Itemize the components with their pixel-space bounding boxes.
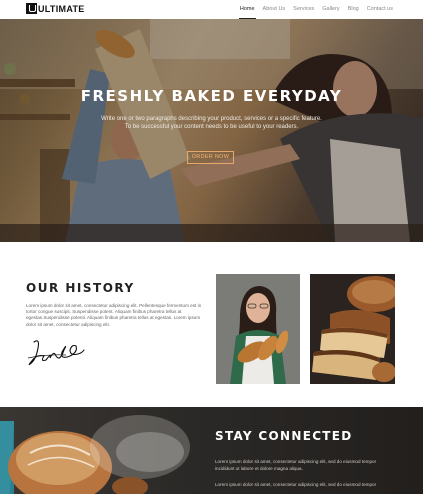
nav-item-services[interactable]: Services [292, 0, 315, 19]
stay-connected-section: STAY CONNECTED Lorem ipsum dolor sit ame… [0, 407, 423, 494]
nav-item-gallery[interactable]: Gallery [321, 0, 340, 19]
stay-connected-line: incididunt ut labore et dolore magna ali… [215, 465, 303, 471]
hero-title: FRESHLY BAKED EVERYDAY [80, 87, 343, 105]
logo[interactable]: ULTIMATE [26, 3, 85, 14]
site-header: ULTIMATE Home About Us Services Gallery … [0, 0, 423, 19]
bread-loaves-photo [310, 274, 395, 384]
stay-connected-title: STAY CONNECTED [215, 429, 353, 443]
hero-subtitle-line: To be successful your content needs to b… [124, 124, 299, 130]
stay-connected-line: Lorem ipsum dolor sit amet, consectetur … [215, 459, 377, 464]
nav-item-contact-us[interactable]: Contact us [366, 0, 394, 19]
hero-banner: FRESHLY BAKED EVERYDAY Write one or two … [0, 19, 423, 242]
nav-item-about-us[interactable]: About Us [262, 0, 287, 19]
flour-bread-image [0, 415, 190, 494]
stay-connected-text-2: Lorem ipsum dolor sit amet, consectetur … [215, 482, 377, 487]
logo-text: ULTIMATE [38, 3, 85, 14]
hero-subtitle: Write one or two paragraphs describing y… [0, 115, 423, 131]
stay-connected-text: Lorem ipsum dolor sit amet, consectetur … [215, 459, 400, 472]
history-paragraph: Lorem ipsum dolor sit amet, consectetur … [26, 303, 202, 327]
hero-subtitle-line: Write one or two paragraphs describing y… [101, 116, 322, 122]
signature-image [27, 340, 85, 366]
history-title: OUR HISTORY [26, 281, 135, 295]
main-nav: Home About Us Services Gallery Blog Cont… [238, 0, 394, 19]
nav-item-home[interactable]: Home [238, 0, 256, 19]
order-now-button[interactable]: ORDER NOW [187, 151, 234, 164]
baker-woman-photo [216, 274, 300, 384]
logo-icon [26, 3, 37, 14]
nav-item-blog[interactable]: Blog [347, 0, 360, 19]
